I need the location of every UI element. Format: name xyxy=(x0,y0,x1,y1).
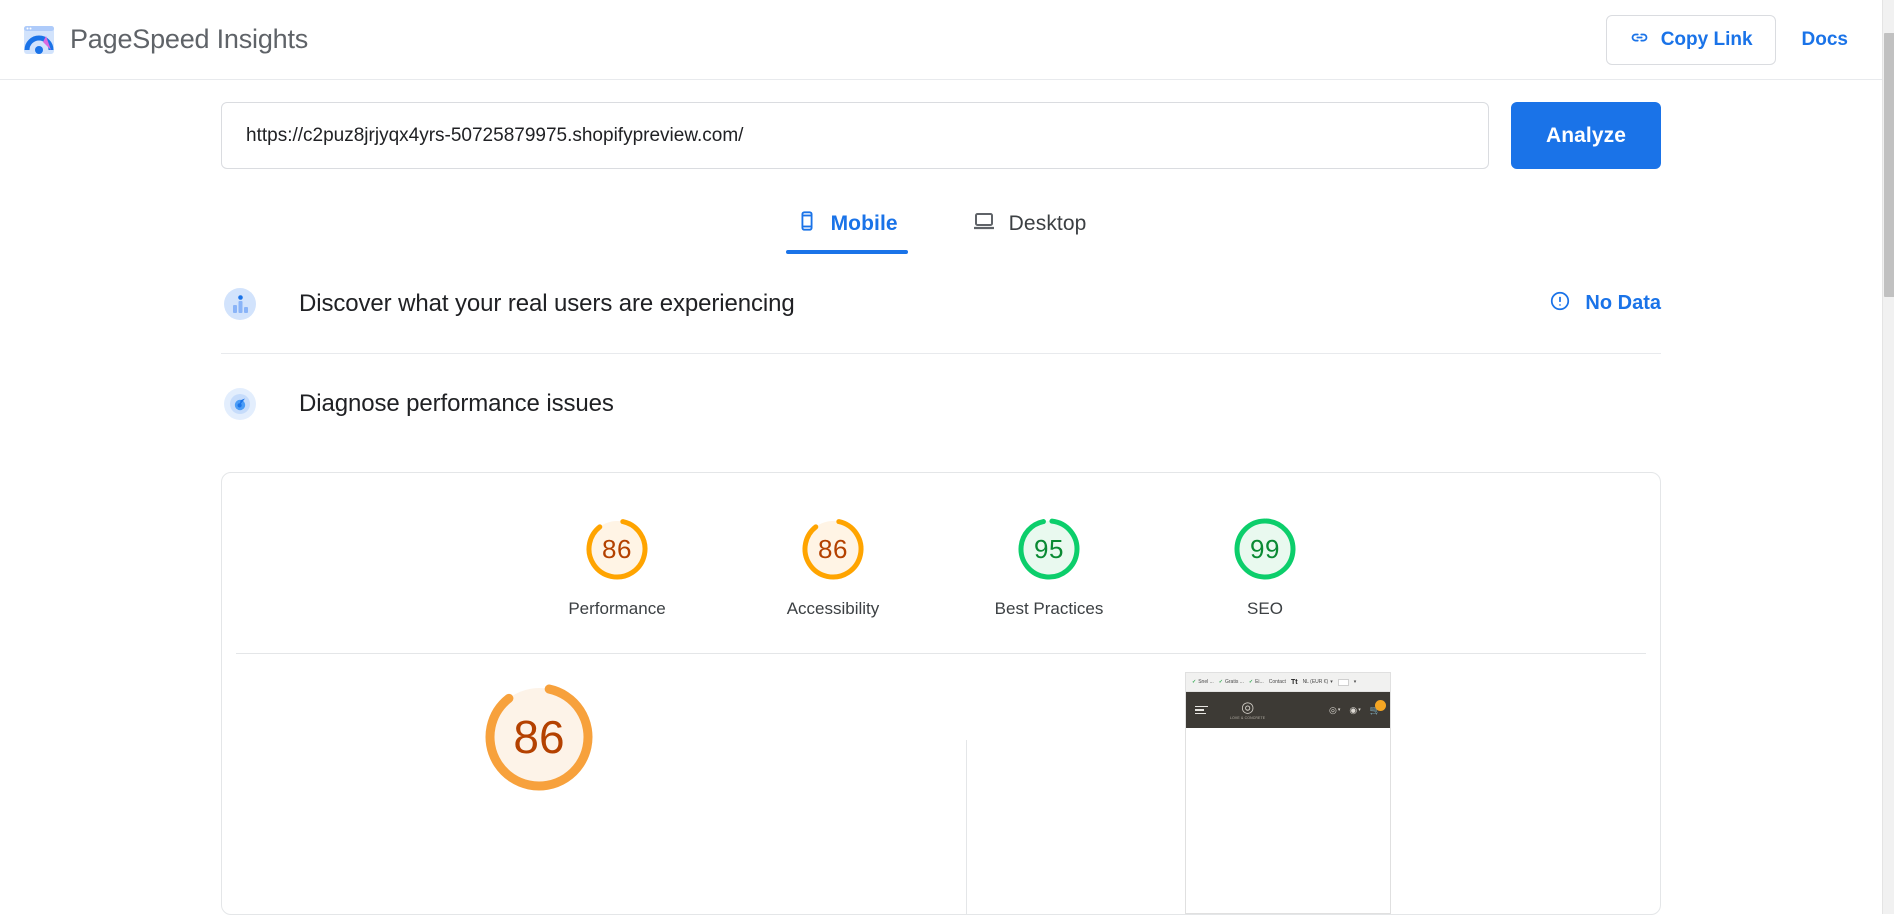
gauge-seo-value: 99 xyxy=(1250,533,1280,564)
pagespeed-gauge-logo-icon xyxy=(22,23,56,57)
mobile-phone-icon xyxy=(796,210,818,237)
thumbnail-promo-1: ✓ Snel ... xyxy=(1192,679,1214,685)
section-lab-data-title: Diagnose performance issues xyxy=(299,390,614,417)
logo-mark-icon: ◎ xyxy=(1241,699,1255,716)
gauge-accessibility-value: 86 xyxy=(818,533,848,564)
account-icon: ◉ ▾ xyxy=(1349,704,1361,715)
tab-desktop-label: Desktop xyxy=(1008,211,1087,235)
url-input[interactable] xyxy=(221,102,1489,169)
score-performance-label: Performance xyxy=(568,599,666,618)
thumbnail-currency-selector: NL (EUR €) ▾ xyxy=(1302,679,1333,685)
shopping-cart-icon: 🛒 xyxy=(1370,699,1386,716)
link-icon xyxy=(1629,27,1650,53)
gauge-performance-large-value: 86 xyxy=(513,711,565,763)
diagnose-target-icon xyxy=(223,387,257,421)
url-form: Analyze xyxy=(221,80,1661,169)
thumbnail-page-body xyxy=(1186,728,1390,913)
form-factor-tabs: Mobile Desktop xyxy=(221,209,1661,254)
tab-desktop[interactable]: Desktop xyxy=(962,209,1097,254)
section-field-data: Discover what your real users are experi… xyxy=(221,254,1661,354)
score-performance[interactable]: 86 Performance xyxy=(542,513,692,619)
thumbnail-logo-wordmark: LOVE & CONCRETE xyxy=(1230,716,1266,720)
score-best-practices-label: Best Practices xyxy=(994,599,1104,618)
content-column: Analyze Mobile xyxy=(221,80,1661,915)
tab-mobile[interactable]: Mobile xyxy=(785,209,908,254)
analyze-button[interactable]: Analyze xyxy=(1511,102,1661,169)
gauge-seo: 99 xyxy=(1229,513,1301,585)
gauge-performance: 86 xyxy=(581,513,653,585)
page-title: PageSpeed Insights xyxy=(70,24,309,54)
docs-link[interactable]: Docs xyxy=(1802,29,1848,51)
lighthouse-results-card: 86 Performance 86 Accessibility 95 Best … xyxy=(221,472,1661,915)
section-lab-data: Diagnose performance issues xyxy=(221,354,1661,454)
gauge-accessibility: 86 xyxy=(797,513,869,585)
thumbnail-site-logo: ◎ LOVE & CONCRETE xyxy=(1230,700,1265,720)
thumbnail-contact-link: Contact xyxy=(1268,679,1286,685)
performance-detail-area: 86 ✓ Snel ... ✓ Gratis ... ✓ Ei... Contact … xyxy=(222,654,1660,914)
category-scores: 86 Performance 86 Accessibility 95 Best … xyxy=(222,473,1660,653)
thumbnail-promo-3: ✓ Ei... xyxy=(1248,679,1264,685)
thumbnail-language-caret-icon: ▾ xyxy=(1353,679,1357,685)
hamburger-menu-icon xyxy=(1195,705,1208,715)
thumbnail-nav-icons: ◎ ▾ ◉ ▾ 🛒 xyxy=(1329,699,1386,716)
page-scrollbar[interactable] xyxy=(1882,0,1894,914)
brand: PageSpeed Insights xyxy=(22,23,308,57)
score-seo-label: SEO xyxy=(1247,599,1283,618)
score-best-practices[interactable]: 95 Best Practices xyxy=(974,513,1124,619)
gauge-performance-value: 86 xyxy=(602,533,632,564)
field-data-status[interactable]: No Data xyxy=(1549,290,1661,317)
thumbnail-announcement-bar: ✓ Snel ... ✓ Gratis ... ✓ Ei... Contact Tt … xyxy=(1186,673,1390,692)
status-badge: No Data xyxy=(1585,292,1661,314)
header-actions: Copy Link Docs xyxy=(1605,14,1848,65)
thumbnail-font-size-icon: Tt xyxy=(1290,678,1298,686)
copy-link-button[interactable]: Copy Link xyxy=(1605,14,1776,65)
info-circle-icon xyxy=(1549,290,1571,317)
thumbnail-promo-2: ✓ Gratis ... xyxy=(1218,679,1244,685)
page-screenshot-thumbnail[interactable]: ✓ Snel ... ✓ Gratis ... ✓ Ei... Contact Tt … xyxy=(1185,672,1391,914)
gauge-performance-large: 86 xyxy=(478,676,600,798)
gauge-best-practices: 95 xyxy=(1013,513,1085,585)
tab-mobile-label: Mobile xyxy=(830,211,898,235)
score-seo[interactable]: 99 SEO xyxy=(1190,513,1340,619)
score-accessibility-label: Accessibility xyxy=(786,599,880,618)
app-header: PageSpeed Insights Copy Link Docs xyxy=(0,0,1882,80)
search-icon: ◎ ▾ xyxy=(1329,704,1341,715)
gauge-best-practices-value: 95 xyxy=(1034,533,1064,564)
thumbnail-site-nav: ◎ LOVE & CONCRETE ◎ ▾ ◉ ▾ 🛒 xyxy=(1186,692,1390,728)
desktop-laptop-icon xyxy=(972,209,996,238)
real-users-chart-icon xyxy=(223,287,257,321)
scrollbar-thumb[interactable] xyxy=(1884,33,1894,297)
page-body: Analyze Mobile xyxy=(0,80,1882,915)
detail-vertical-divider xyxy=(966,740,967,914)
section-field-data-title: Discover what your real users are experi… xyxy=(299,289,795,317)
copy-link-label: Copy Link xyxy=(1660,28,1753,50)
thumbnail-language-swatch xyxy=(1337,678,1349,686)
score-accessibility[interactable]: 86 Accessibility xyxy=(758,513,908,619)
